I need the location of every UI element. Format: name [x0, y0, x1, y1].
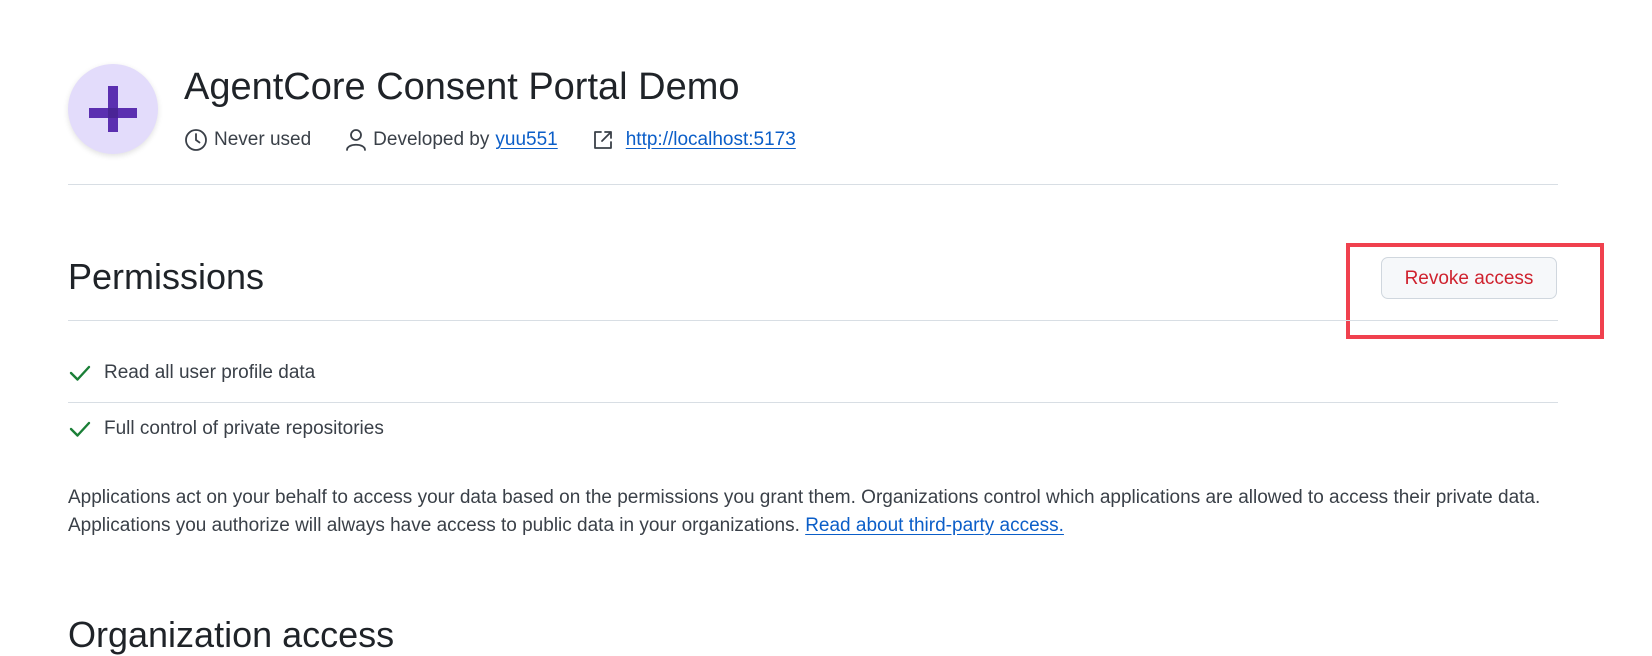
- external-link-icon: [593, 131, 612, 149]
- developed-by-label: Developed by: [373, 129, 490, 150]
- person-icon: [346, 129, 367, 151]
- developer-info: Developed by yuu551: [345, 128, 558, 152]
- permission-label: Full control of private repositories: [104, 418, 384, 439]
- third-party-access-link[interactable]: Read about third-party access.: [805, 515, 1064, 536]
- app-logo-icon: [89, 86, 137, 132]
- organization-access-heading: Organization access: [68, 614, 395, 655]
- app-meta: Never used Developed by yuu551 http://lo…: [184, 128, 830, 152]
- highlight-annotation: [1346, 243, 1604, 339]
- app-url-link[interactable]: http://localhost:5173: [626, 129, 796, 151]
- last-used-text: Never used: [214, 129, 312, 150]
- app-url-info: http://localhost:5173: [592, 129, 796, 151]
- permissions-heading: Permissions: [68, 256, 265, 297]
- permission-item: Full control of private repositories: [68, 418, 384, 440]
- app-header: AgentCore Consent Portal Demo Never used…: [68, 64, 1558, 185]
- last-used-info: Never used: [184, 128, 311, 152]
- check-icon: [69, 421, 91, 437]
- permissions-divider: [68, 320, 1558, 321]
- app-title: AgentCore Consent Portal Demo: [184, 66, 740, 108]
- permissions-description: Applications act on your behalf to acces…: [68, 484, 1568, 540]
- developer-link[interactable]: yuu551: [495, 129, 557, 151]
- permission-row-divider: [68, 402, 1558, 403]
- permission-label: Read all user profile data: [104, 362, 316, 383]
- permission-item: Read all user profile data: [68, 362, 315, 384]
- clock-icon: [185, 129, 207, 151]
- app-avatar: [68, 64, 158, 154]
- check-icon: [69, 365, 91, 381]
